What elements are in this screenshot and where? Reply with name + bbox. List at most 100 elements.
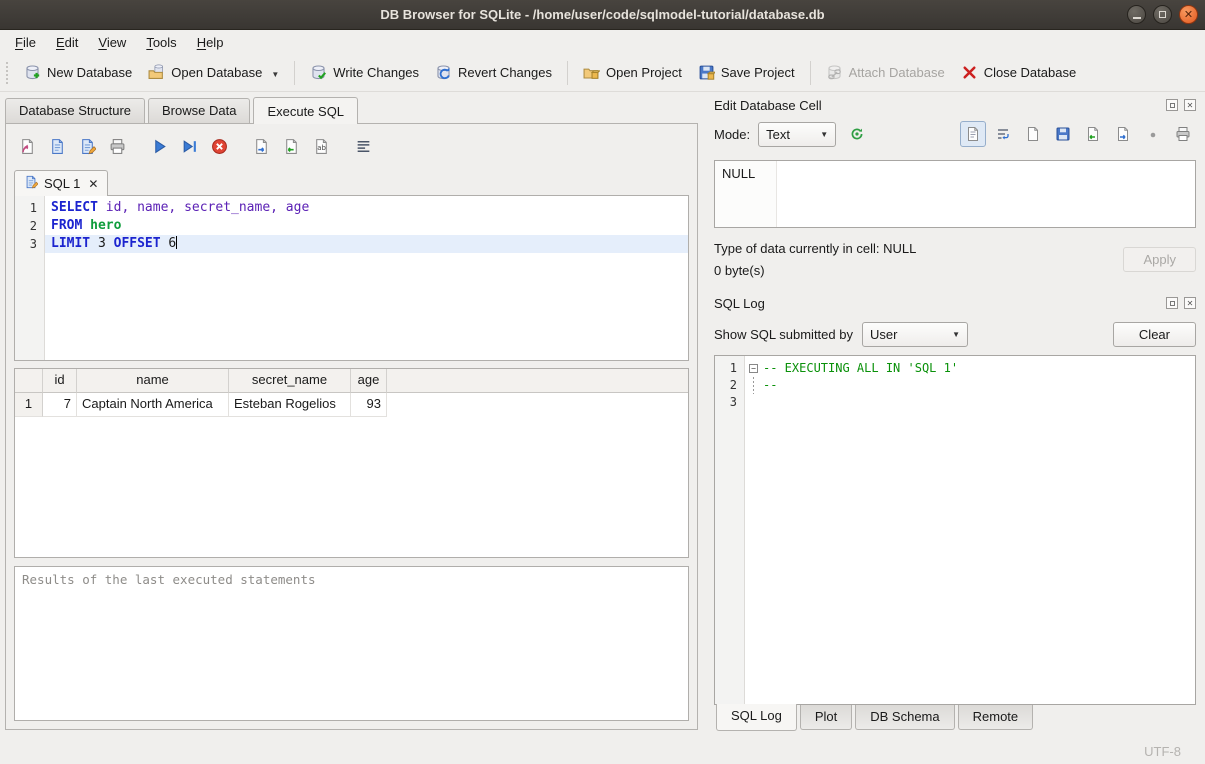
row-number[interactable]: 1: [15, 393, 43, 417]
cell-info-row: Type of data currently in cell: NULL 0 b…: [714, 241, 1196, 278]
word-wrap-button[interactable]: [990, 121, 1016, 147]
print-cell-icon: [1175, 126, 1191, 142]
table-cell[interactable]: 7: [43, 393, 77, 417]
save-sql-file-button[interactable]: [44, 133, 71, 160]
open-sql-file-button[interactable]: [14, 133, 41, 160]
clear-log-button[interactable]: Clear: [1113, 322, 1196, 347]
sql-editor[interactable]: 123 SELECT id, name, secret_name, ageFRO…: [14, 195, 689, 361]
tab-execute-sql[interactable]: Execute SQL: [253, 97, 358, 124]
write-changes-button[interactable]: Write Changes: [302, 59, 427, 86]
column-header-name[interactable]: name: [77, 369, 229, 393]
sql-doc-tab[interactable]: SQL 1 ✕: [14, 170, 108, 196]
save-project-icon: [698, 64, 715, 81]
sql-file-icon: [24, 175, 38, 192]
minimize-button[interactable]: [1127, 5, 1146, 24]
cell-value-editor[interactable]: NULL: [714, 160, 1196, 228]
log-filter-combobox[interactable]: User ▼: [862, 322, 968, 347]
column-header-age[interactable]: age: [351, 369, 387, 393]
table-cell[interactable]: Esteban Rogelios: [229, 393, 351, 417]
log-filter-label: Show SQL submitted by: [714, 327, 853, 342]
maximize-button[interactable]: [1153, 5, 1172, 24]
save-project-button[interactable]: Save Project: [690, 59, 803, 86]
float-icon[interactable]: [1166, 99, 1178, 111]
log-code-area: −-- EXECUTING ALL IN 'SQL 1'--: [745, 356, 1195, 704]
mode-combobox[interactable]: Text ▼: [758, 122, 836, 147]
save-cell-button[interactable]: [1050, 121, 1076, 147]
bottom-tab-sql-log[interactable]: SQL Log: [716, 704, 797, 731]
corner-header[interactable]: [15, 369, 43, 393]
bottom-tab-remote[interactable]: Remote: [958, 705, 1034, 730]
close-tab-icon[interactable]: ✕: [88, 177, 98, 191]
save-sql-as-button[interactable]: [74, 133, 101, 160]
close-icon[interactable]: ✕: [1184, 99, 1196, 111]
export-cell-button[interactable]: [1110, 121, 1136, 147]
toolbar-handle[interactable]: [6, 62, 11, 84]
format-sql-button[interactable]: [350, 133, 377, 160]
copy-cell-button[interactable]: [1020, 121, 1046, 147]
attach-database-button[interactable]: Attach Database: [818, 59, 953, 86]
sql-doc-tab-bar: SQL 1 ✕: [14, 168, 689, 195]
table-header-row: idnamesecret_nameage: [15, 369, 688, 393]
open-project-button[interactable]: Open Project: [575, 59, 690, 86]
execute-all-icon: [151, 138, 168, 155]
menu-item-tools[interactable]: Tools: [137, 32, 185, 53]
close-database-button[interactable]: Close Database: [953, 59, 1085, 86]
chevron-down-icon: ▼: [820, 130, 828, 139]
revert-changes-icon: [435, 64, 452, 81]
set-null-button[interactable]: [1140, 121, 1166, 147]
auto-mode-button[interactable]: [844, 121, 870, 147]
bottom-tab-plot[interactable]: Plot: [800, 705, 852, 730]
tab-database-structure[interactable]: Database Structure: [5, 98, 145, 123]
find-replace-button[interactable]: ab: [308, 133, 335, 160]
line-number: 2: [15, 217, 44, 235]
close-button[interactable]: ✕: [1179, 5, 1198, 24]
float-icon[interactable]: [1166, 297, 1178, 309]
toolbar-separator: [294, 61, 295, 85]
execute-all-button[interactable]: [146, 133, 173, 160]
cell-type-label: Type of data currently in cell: NULL: [714, 241, 1123, 256]
apply-button[interactable]: Apply: [1123, 247, 1196, 272]
import-cell-button[interactable]: [1080, 121, 1106, 147]
print-button[interactable]: [104, 133, 131, 160]
menu-item-help[interactable]: Help: [188, 32, 233, 53]
stop-button[interactable]: [206, 133, 233, 160]
print-cell-button[interactable]: [1170, 121, 1196, 147]
execute-sql-pane: ab SQL 1 ✕ 123 SELECT id, name, secret_n…: [5, 123, 698, 730]
chevron-down-icon[interactable]: ▼: [271, 70, 279, 81]
mode-label: Mode:: [714, 127, 750, 142]
revert-changes-button[interactable]: Revert Changes: [427, 59, 560, 86]
code-line: LIMIT 3 OFFSET 6: [45, 235, 688, 253]
column-header-id[interactable]: id: [43, 369, 77, 393]
tab-browse-data[interactable]: Browse Data: [148, 98, 250, 123]
bottom-tab-db-schema[interactable]: DB Schema: [855, 705, 954, 730]
text-mode-button[interactable]: [960, 121, 986, 147]
table-cell[interactable]: Captain North America: [77, 393, 229, 417]
word-wrap-icon: [995, 126, 1011, 142]
mode-value: Text: [766, 127, 790, 142]
menu-item-edit[interactable]: Edit: [47, 32, 87, 53]
execute-line-button[interactable]: [176, 133, 203, 160]
results-message-panel[interactable]: Results of the last executed statements: [14, 566, 689, 721]
app-window: DB Browser for SQLite - /home/user/code/…: [0, 0, 1205, 764]
editor-code-area[interactable]: SELECT id, name, secret_name, ageFROM he…: [45, 196, 688, 360]
cell-size-label: 0 byte(s): [714, 263, 1123, 278]
fold-marker-icon[interactable]: −: [749, 364, 758, 373]
code-line: SELECT id, name, secret_name, age: [45, 199, 688, 217]
chevron-down-icon: ▼: [952, 330, 960, 339]
stop-icon: [211, 138, 228, 155]
menu-item-view[interactable]: View: [89, 32, 135, 53]
table-row: 17Captain North AmericaEsteban Rogelios9…: [15, 393, 688, 417]
column-header-secret_name[interactable]: secret_name: [229, 369, 351, 393]
cell-value: NULL: [715, 161, 777, 227]
line-number: 1: [15, 199, 44, 217]
results-table[interactable]: idnamesecret_nameage17Captain North Amer…: [14, 368, 689, 558]
menu-item-file[interactable]: File: [6, 32, 45, 53]
encoding-label: UTF-8: [1144, 744, 1181, 759]
save-results-button[interactable]: [278, 133, 305, 160]
close-icon[interactable]: ✕: [1184, 297, 1196, 309]
open-database-button[interactable]: Open Database▼: [140, 59, 287, 86]
new-database-button[interactable]: New Database: [16, 59, 140, 86]
table-cell[interactable]: 93: [351, 393, 387, 417]
sql-log-view[interactable]: 123 −-- EXECUTING ALL IN 'SQL 1'--: [714, 355, 1196, 705]
export-results-button[interactable]: [248, 133, 275, 160]
